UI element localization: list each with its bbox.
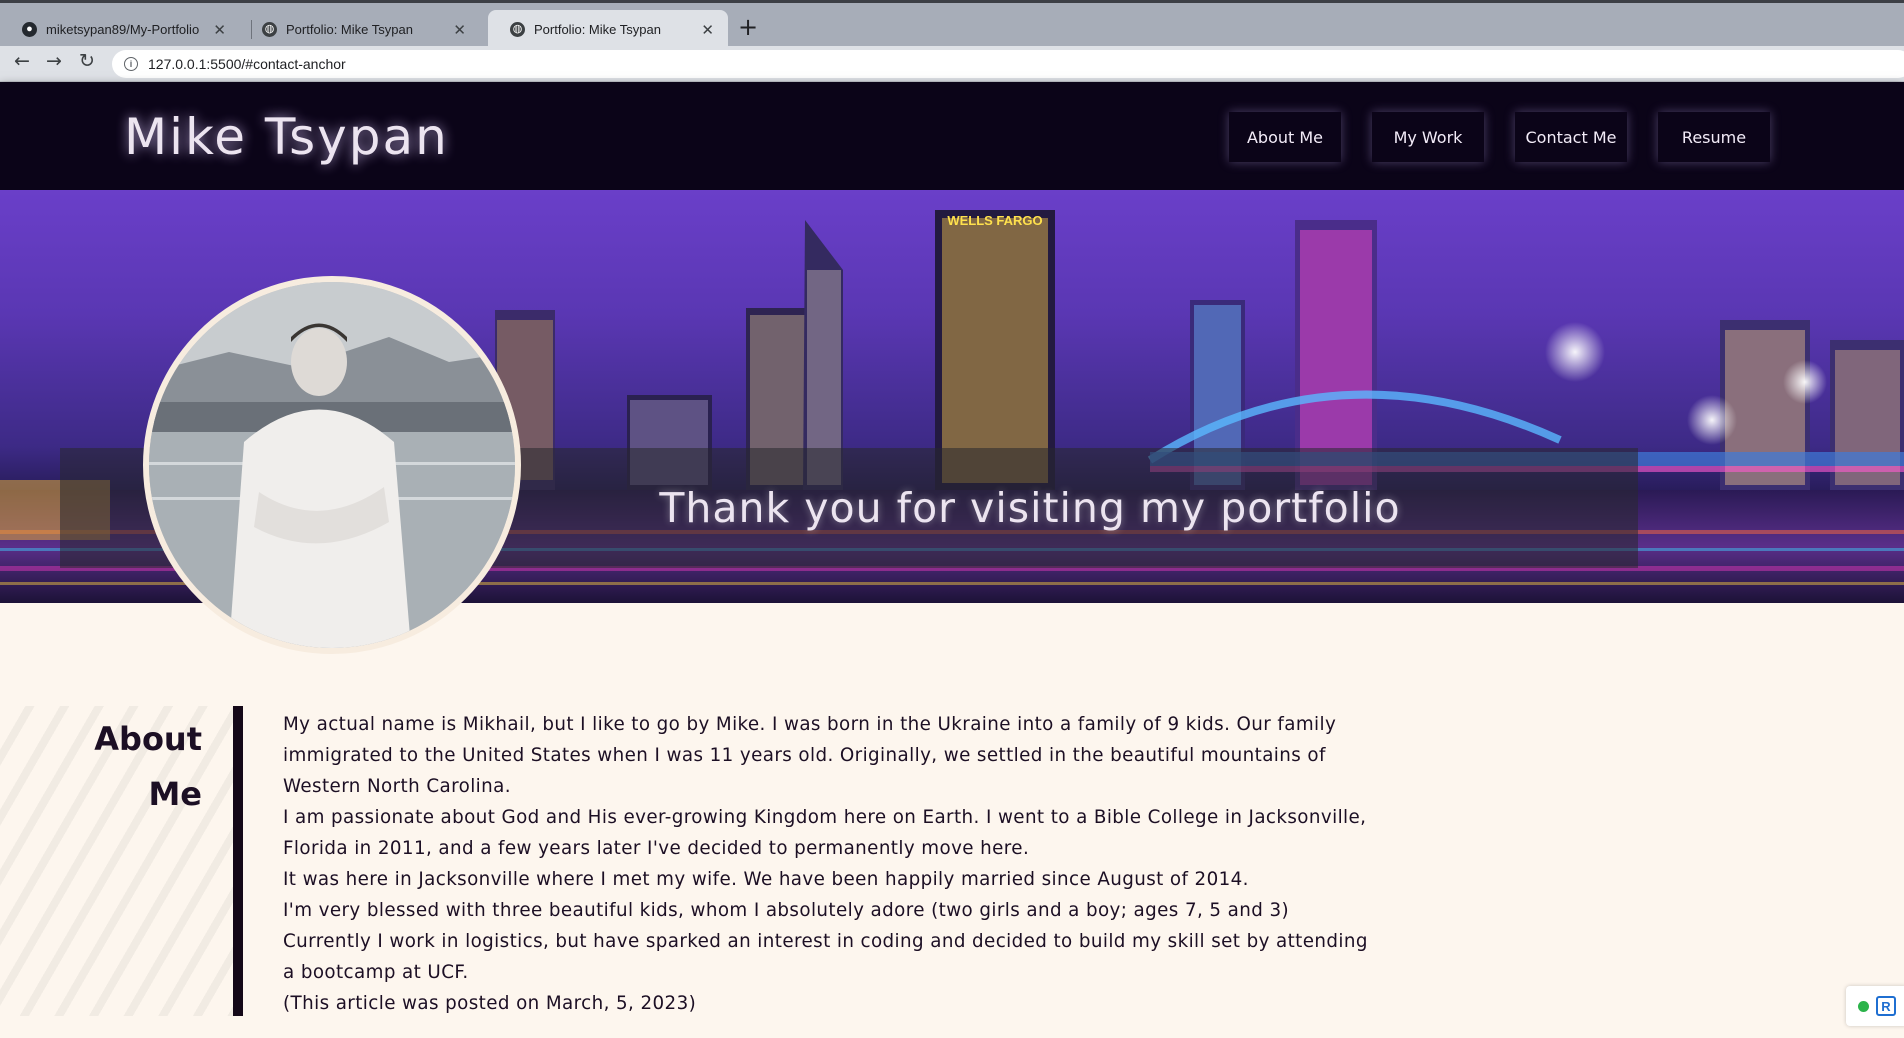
extension-logo-icon[interactable]: R: [1876, 996, 1896, 1016]
reload-icon[interactable]: ↻: [79, 52, 95, 71]
new-tab-button[interactable]: +: [738, 15, 758, 39]
about-text-line: Florida in 2011, and a few years later I…: [283, 838, 1030, 859]
browser-toolbar: ← → ↻ i 127.0.0.1:5500/#contact-anchor: [0, 46, 1904, 82]
nav-contact-me-button[interactable]: Contact Me: [1515, 112, 1627, 162]
about-text-line: I'm very blessed with three beautiful ki…: [283, 900, 1290, 921]
about-text-line: Western North Carolina.: [283, 776, 511, 797]
about-divider-bar: [233, 706, 243, 1016]
site-header: Mike Tsypan About Me My Work Contact Me …: [0, 82, 1904, 190]
nav-my-work-button[interactable]: My Work: [1372, 112, 1484, 162]
github-icon: ●: [22, 22, 37, 37]
extension-widget[interactable]: R: [1846, 986, 1904, 1026]
browser-tab-bar: ● miketsypan89/My-Portfolio ✕ ◍ Portfoli…: [0, 0, 1904, 49]
close-tab-icon[interactable]: ✕: [453, 21, 466, 39]
about-text: My actual name is Mikhail, but I like to…: [283, 709, 1483, 1019]
back-arrow-icon[interactable]: ←: [14, 52, 30, 71]
about-text-line: (This article was posted on March, 5, 20…: [283, 993, 697, 1014]
url-text: 127.0.0.1:5500/#contact-anchor: [148, 56, 346, 72]
forward-arrow-icon[interactable]: →: [46, 52, 62, 71]
about-text-line: immigrated to the United States when I w…: [283, 745, 1326, 766]
globe-icon: ◍: [262, 22, 277, 37]
globe-icon: ◍: [510, 22, 525, 37]
profile-photo-image: [149, 282, 515, 648]
info-icon[interactable]: i: [124, 57, 138, 71]
status-dot-icon: [1858, 1001, 1869, 1012]
close-tab-icon[interactable]: ✕: [701, 21, 714, 39]
nav-resume-button[interactable]: Resume: [1658, 112, 1770, 162]
about-text-line: I am passionate about God and His ever-g…: [283, 807, 1367, 828]
about-text-line: My actual name is Mikhail, but I like to…: [283, 714, 1337, 735]
browser-tab[interactable]: ● miketsypan89/My-Portfolio ✕: [0, 10, 240, 49]
about-text-line: It was here in Jacksonville where I met …: [283, 869, 1249, 890]
nav-about-me-button[interactable]: About Me: [1229, 112, 1341, 162]
tab-title: miketsypan89/My-Portfolio: [46, 22, 200, 37]
browser-tab[interactable]: ◍ Portfolio: Mike Tsypan ✕: [240, 10, 480, 49]
about-heading-line2: Me: [148, 775, 202, 813]
wells-fargo-sign-text: WELLS FARGO: [947, 213, 1042, 228]
close-tab-icon[interactable]: ✕: [213, 21, 226, 39]
site-title: Mike Tsypan: [124, 108, 449, 166]
browser-tab-active[interactable]: ◍ Portfolio: Mike Tsypan ✕: [488, 10, 728, 49]
about-heading: About Me: [70, 712, 202, 822]
tab-title: Portfolio: Mike Tsypan: [534, 22, 661, 37]
tab-title: Portfolio: Mike Tsypan: [286, 22, 413, 37]
about-text-line: a bootcamp at UCF.: [283, 962, 469, 983]
address-bar[interactable]: i 127.0.0.1:5500/#contact-anchor: [112, 50, 1904, 78]
profile-photo: [143, 276, 521, 654]
about-heading-line1: About: [94, 720, 202, 758]
about-text-line: Currently I work in logistics, but have …: [283, 931, 1368, 952]
